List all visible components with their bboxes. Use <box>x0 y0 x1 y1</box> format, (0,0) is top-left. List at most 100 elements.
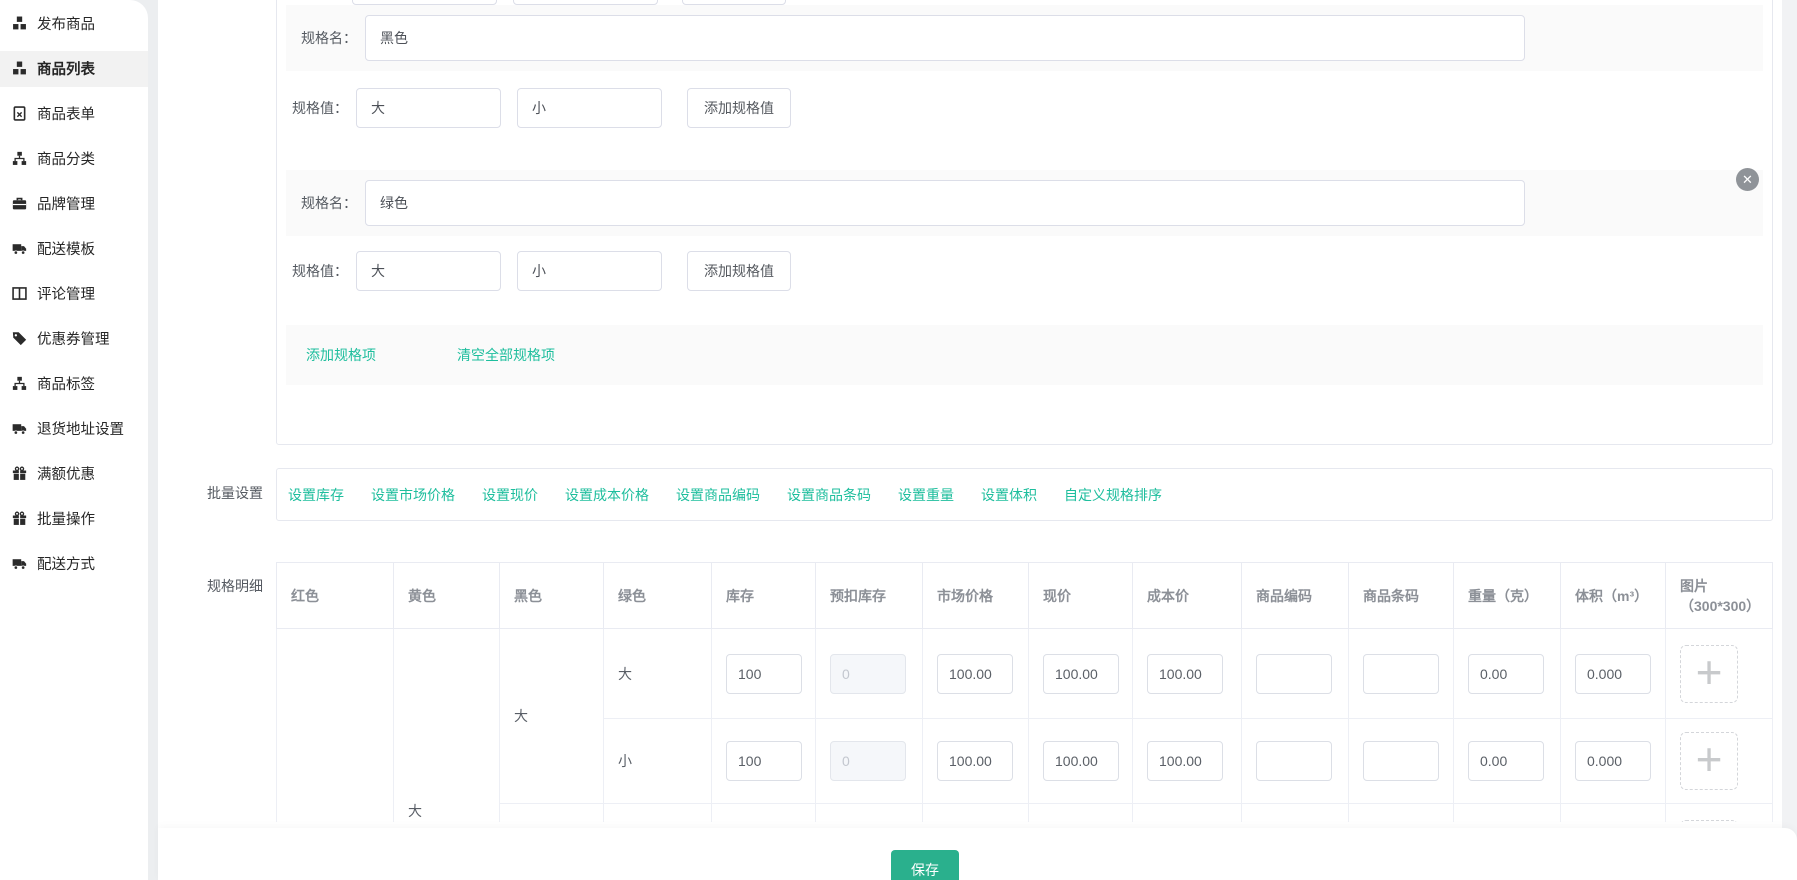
current-price-input[interactable] <box>1043 654 1119 694</box>
sku-cell <box>1561 629 1666 719</box>
sku-cell-image: + <box>1666 804 1773 823</box>
save-button[interactable]: 保存 <box>891 850 959 880</box>
withheld-stock-input <box>830 741 906 781</box>
batch-link-5[interactable]: 设置商品编码 <box>676 485 760 505</box>
sku-column-header: 绿色 <box>604 563 712 629</box>
plus-icon: + <box>1696 739 1723 779</box>
image-upload-button[interactable]: + <box>1680 645 1738 703</box>
spec-name-input[interactable] <box>365 180 1525 226</box>
spec-cell-green: 大 <box>604 629 712 719</box>
withheld-stock-input <box>830 654 906 694</box>
close-spec-section-button[interactable]: ✕ <box>1736 168 1759 191</box>
truck-icon <box>11 241 28 256</box>
stock-input[interactable] <box>726 741 802 781</box>
truck-icon <box>11 421 28 436</box>
batch-link-3[interactable]: 设置现价 <box>482 485 538 505</box>
sidebar-item-4[interactable]: 商品分类 <box>0 136 148 181</box>
sidebar-item-label: 发布商品 <box>37 13 95 34</box>
sku-column-header: 重量（克） <box>1454 563 1561 629</box>
batch-link-8[interactable]: 设置体积 <box>981 485 1037 505</box>
market-price-input[interactable] <box>937 654 1013 694</box>
clear-all-spec-link[interactable]: 清空全部规格项 <box>457 345 555 365</box>
sku-detail-label: 规格明细 <box>207 576 263 596</box>
sku-column-header: 库存 <box>712 563 816 629</box>
sku-cell <box>1133 804 1242 823</box>
batch-settings-label: 批量设置 <box>207 483 263 503</box>
sidebar-item-13[interactable]: 配送方式 <box>0 541 148 586</box>
sidebar-item-10[interactable]: 退货地址设置 <box>0 406 148 451</box>
sidebar-item-12[interactable]: 批量操作 <box>0 496 148 541</box>
cost-price-input[interactable] <box>1147 654 1223 694</box>
spec-value-label: 规格值： <box>292 98 356 118</box>
sidebar-item-11[interactable]: 满额优惠 <box>0 451 148 496</box>
sidebar-item-label: 品牌管理 <box>37 193 95 214</box>
batch-link-4[interactable]: 设置成本价格 <box>565 485 649 505</box>
sidebar-item-3[interactable]: 商品表单 <box>0 91 148 136</box>
sku-column-header: 图片（300*300） <box>1666 563 1773 629</box>
sku-cell <box>1561 719 1666 804</box>
sku-column-header: 预扣库存 <box>816 563 923 629</box>
sku-cell <box>816 629 923 719</box>
spec-value-input[interactable] <box>517 88 662 128</box>
sidebar-item-8[interactable]: 优惠券管理 <box>0 316 148 361</box>
spec-value-input[interactable] <box>356 88 501 128</box>
barcode-input[interactable] <box>1363 741 1439 781</box>
image-upload-button[interactable]: + <box>1680 732 1738 790</box>
sidebar-item-9[interactable]: 商品标签 <box>0 361 148 406</box>
product-code-input[interactable] <box>1256 654 1332 694</box>
sku-row-3: + <box>277 804 1773 823</box>
sidebar-item-7[interactable]: 评论管理 <box>0 271 148 316</box>
add-spec-value-button[interactable]: 添加规格值 <box>687 251 791 291</box>
cost-price-input[interactable] <box>1147 741 1223 781</box>
sidebar-item-5[interactable]: 品牌管理 <box>0 181 148 226</box>
spec-name-label: 规格名： <box>301 28 365 48</box>
sku-column-header: 黑色 <box>500 563 604 629</box>
weight-input[interactable] <box>1468 654 1544 694</box>
sku-cell <box>1029 629 1133 719</box>
sidebar-item-label: 批量操作 <box>37 508 95 529</box>
spec-sections-box: 规格名：规格值：添加规格值规格名：✕规格值：添加规格值 添加规格项 清空全部规格… <box>276 0 1773 445</box>
sidebar-item-1[interactable]: 发布商品 <box>0 1 148 46</box>
vertical-scrollbar[interactable] <box>1782 0 1797 880</box>
stock-input[interactable] <box>726 654 802 694</box>
sku-cell <box>923 804 1029 823</box>
volume-input[interactable] <box>1575 741 1651 781</box>
spec-name-label: 规格名： <box>301 193 365 213</box>
spec-value-input[interactable] <box>517 251 662 291</box>
sku-cell <box>1349 629 1454 719</box>
sidebar-item-label: 优惠券管理 <box>37 328 110 349</box>
sku-column-header: 商品编码 <box>1242 563 1349 629</box>
batch-link-2[interactable]: 设置市场价格 <box>371 485 455 505</box>
spec-links-row: 添加规格项 清空全部规格项 <box>286 325 1763 385</box>
spec-cell-green: 小 <box>604 719 712 804</box>
add-spec-value-button[interactable]: 添加规格值 <box>687 88 791 128</box>
batch-link-9[interactable]: 自定义规格排序 <box>1064 485 1162 505</box>
product-code-input[interactable] <box>1256 741 1332 781</box>
sku-column-header: 商品条码 <box>1349 563 1454 629</box>
image-upload-button[interactable]: + <box>1680 820 1738 823</box>
truck-icon <box>11 556 28 571</box>
sidebar-item-label: 配送模板 <box>37 238 95 259</box>
volume-input[interactable] <box>1575 654 1651 694</box>
spec-name-input[interactable] <box>365 15 1525 61</box>
sku-column-header: 红色 <box>277 563 394 629</box>
market-price-input[interactable] <box>937 741 1013 781</box>
sidebar-nav: 发布商品商品列表商品表单商品分类品牌管理配送模板评论管理优惠券管理商品标签退货地… <box>0 0 148 880</box>
sku-cell <box>1349 804 1454 823</box>
cubes-icon <box>11 61 28 76</box>
sku-table: 红色黄色黑色绿色库存预扣库存市场价格现价成本价商品编码商品条码重量（克）体积（m… <box>276 562 1773 822</box>
sku-column-header: 体积（m³） <box>1561 563 1666 629</box>
sku-cell <box>1349 719 1454 804</box>
gift-icon <box>11 466 28 481</box>
spec-value-input[interactable] <box>356 251 501 291</box>
sidebar-item-label: 退货地址设置 <box>37 418 124 439</box>
barcode-input[interactable] <box>1363 654 1439 694</box>
batch-link-7[interactable]: 设置重量 <box>898 485 954 505</box>
current-price-input[interactable] <box>1043 741 1119 781</box>
sidebar-item-2[interactable]: 商品列表 <box>0 51 148 87</box>
weight-input[interactable] <box>1468 741 1544 781</box>
batch-link-6[interactable]: 设置商品条码 <box>787 485 871 505</box>
sidebar-item-6[interactable]: 配送模板 <box>0 226 148 271</box>
add-spec-item-link[interactable]: 添加规格项 <box>306 345 376 365</box>
batch-link-1[interactable]: 设置库存 <box>288 485 344 505</box>
